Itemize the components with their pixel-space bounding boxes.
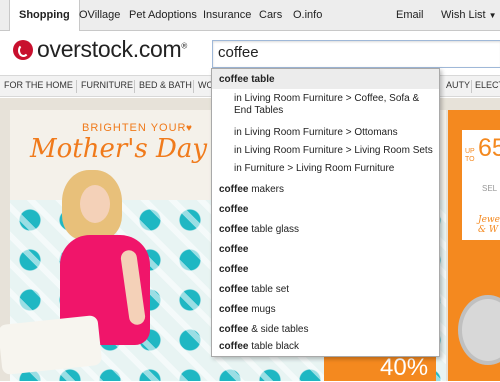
heart-icon: ♥ (186, 123, 192, 134)
divider (193, 80, 194, 93)
side-promo-percent: 65 (478, 134, 500, 162)
suggestion-item[interactable]: coffee table (212, 69, 439, 89)
logo-registered-mark: ® (181, 41, 187, 51)
wish-list-label: Wish List (441, 9, 486, 21)
tab-cars[interactable]: Cars (259, 0, 282, 31)
suggestion-subcategory[interactable]: in Living Room Furniture > Coffee, Sofa … (212, 91, 439, 124)
side-promo-select: SEL (482, 184, 498, 193)
site-logo[interactable]: overstock.com® (37, 36, 187, 63)
logo-wordmark: overstock.com (37, 36, 182, 62)
promo-headline: BRIGHTEN YOUR (82, 122, 187, 134)
category-furniture[interactable]: FURNITURE (81, 80, 133, 90)
wish-list-menu[interactable]: Wish List ▼ (441, 0, 497, 31)
tab-shopping[interactable]: Shopping (9, 0, 80, 32)
category-bed-bath[interactable]: BED & BATH (139, 80, 192, 90)
chevron-down-icon: ▼ (488, 11, 497, 20)
category-electronics[interactable]: ELECT (475, 80, 500, 90)
category-for-the-home[interactable]: FOR THE HOME (4, 80, 73, 90)
tab-oinfo[interactable]: O.info (293, 0, 322, 31)
search-input-value: coffee (218, 44, 259, 61)
suggestion-item[interactable]: coffee makers (212, 181, 439, 201)
divider (76, 80, 77, 93)
promo-photo-face (80, 185, 110, 223)
suggestion-item[interactable]: coffee (212, 261, 439, 281)
suggestion-item[interactable]: coffee mugs (212, 301, 439, 321)
overstock-logo-icon[interactable] (13, 40, 33, 60)
top-navigation: Shopping OVillage Pet Adoptions Insuranc… (0, 0, 500, 32)
category-beauty[interactable]: AUTY (446, 80, 470, 90)
suggestion-item[interactable]: coffee (212, 201, 439, 221)
promo-title: Mother's Day (30, 134, 208, 164)
suggestion-subcategory[interactable]: in Living Room Furniture > Ottomans (212, 124, 439, 142)
suggestion-item[interactable]: coffee table glass (212, 221, 439, 241)
suggestion-item[interactable]: coffee (212, 241, 439, 261)
suggestion-item[interactable]: coffee table set (212, 281, 439, 301)
tab-ovillage[interactable]: OVillage (79, 0, 120, 31)
tab-insurance[interactable]: Insurance (203, 0, 251, 31)
suggestion-item[interactable]: coffee table black (212, 338, 439, 356)
side-promo-upto: UP TO (465, 148, 475, 163)
divider (134, 80, 135, 93)
side-promo-jewelry: Jewel & W (478, 215, 500, 235)
search-suggestions: coffee table in Living Room Furniture > … (211, 68, 440, 357)
tab-pet-adoptions[interactable]: Pet Adoptions (129, 0, 197, 31)
suggestion-subcategory[interactable]: in Living Room Furniture > Living Room S… (212, 142, 439, 160)
bottom-promo-percent: 40% (380, 354, 429, 381)
suggestion-subcategory[interactable]: in Furniture > Living Room Furniture (212, 160, 439, 178)
promo-photo-pillow (0, 314, 103, 376)
divider (471, 80, 472, 93)
email-link[interactable]: Email (396, 0, 424, 31)
